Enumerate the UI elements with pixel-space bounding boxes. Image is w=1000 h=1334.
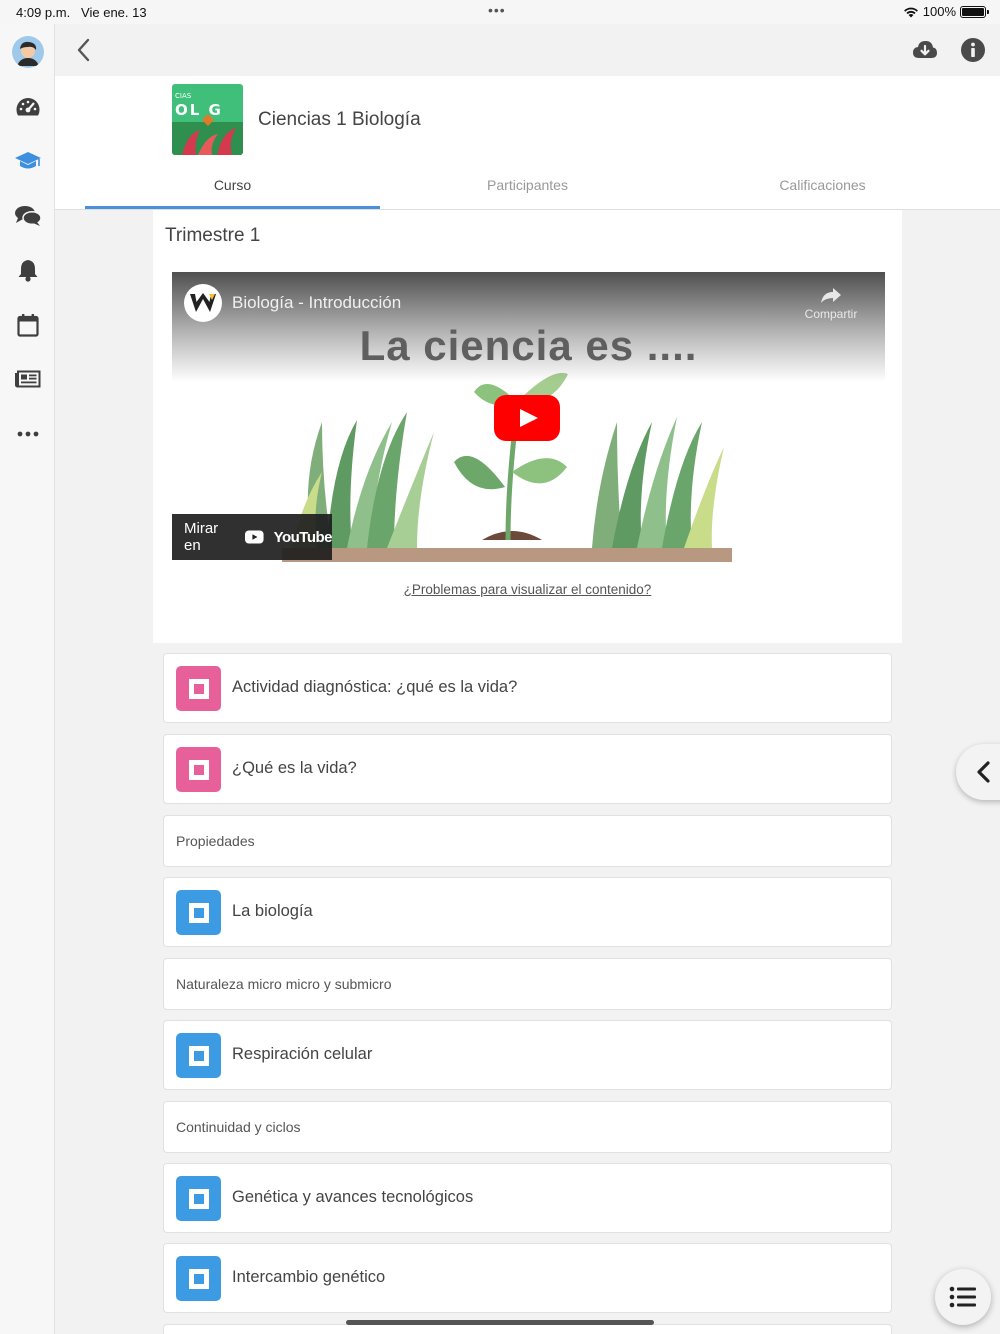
top-bar [55,24,1000,76]
status-right: 100% [903,4,989,19]
svg-text:OL G: OL G [175,101,223,119]
share-button[interactable]: Compartir [799,286,863,321]
battery-fill [962,7,984,16]
svg-text:CIAS: CIAS [175,92,192,100]
problem-link[interactable]: ¿Problemas para visualizar el contenido? [153,582,902,597]
info-icon[interactable] [960,37,986,63]
activity-icon [176,747,221,792]
list-item-partial [163,1324,892,1334]
sidebar-item-courses[interactable] [11,144,45,178]
activity-title: Actividad diagnóstica: ¿qué es la vida? [232,678,518,696]
wifi-icon [903,7,918,17]
calendar-icon [17,314,39,337]
sidebar [0,24,55,1334]
tab-indicator [85,206,380,209]
multitasking-dots[interactable]: ••• [488,2,506,18]
speedometer-icon [16,98,40,116]
tab-participantes[interactable]: Participantes [380,177,675,193]
activity-la-biologia[interactable]: La biología [163,877,892,947]
activity-icon [176,1256,221,1301]
channel-logo[interactable] [184,284,222,322]
user-avatar [12,36,44,68]
activity-icon [176,666,221,711]
channel-w-icon [190,293,216,312]
activity-icon [176,1176,221,1221]
label-text: Continuidad y ciclos [176,1119,301,1135]
section-title: Trimestre 1 [165,225,261,246]
battery-percent: 100% [922,4,956,19]
activity-respiracion-celular[interactable]: Respiración celular [163,1020,892,1090]
status-bar: 4:09 p.m. Vie ene. 13 ••• 100% [0,0,1000,24]
play-button[interactable] [494,395,560,441]
activity-icon [176,1033,221,1078]
status-time: 4:09 p.m. Vie ene. 13 [16,5,147,20]
battery-icon [960,5,989,18]
activity-title: La biología [232,902,313,920]
chat-bubbles-icon [15,206,42,226]
label-continuidad: Continuidad y ciclos [163,1101,892,1153]
sidebar-item-avatar[interactable] [11,35,45,69]
newspaper-icon [15,370,41,388]
ellipsis-icon [17,431,39,437]
watch-on-label: Mirar en [184,520,219,554]
activity-title: Intercambio genético [232,1268,386,1286]
activity-que-es-la-vida[interactable]: ¿Qué es la vida? [163,734,892,804]
chevron-left-icon[interactable] [71,36,99,64]
course-title: Ciencias 1 Biología [258,109,421,130]
activity-title: ¿Qué es la vida? [232,759,357,777]
course-index-button[interactable] [935,1269,991,1325]
video-embed[interactable]: Biología - Introducción Compartir La cie… [172,272,885,562]
bell-icon [18,260,38,282]
sidebar-item-more[interactable] [11,417,45,451]
video-title[interactable]: Biología - Introducción [232,293,401,313]
youtube-logo-icon [245,530,264,544]
video-overlay-text: La ciencia es .... [359,322,698,369]
chevron-left-icon [977,761,990,783]
course-thumbnail-image: CIAS OL G [172,84,243,155]
share-label: Compartir [804,307,858,321]
activity-genetica[interactable]: Genética y avances tecnológicos [163,1163,892,1233]
sidebar-item-news[interactable] [11,362,45,396]
activity-title: Respiración celular [232,1045,373,1063]
tab-calificaciones[interactable]: Calificaciones [675,177,970,193]
section-card: Trimestre 1 Biología - Introducción Comp… [153,210,902,643]
cloud-download-icon[interactable] [912,37,938,63]
tab-curso[interactable]: Curso [85,177,380,193]
activity-title: Genética y avances tecnológicos [232,1188,474,1206]
sidebar-item-messages[interactable] [11,199,45,233]
watch-on-youtube-button[interactable]: Mirar en YouTube [172,514,333,560]
label-propiedades: Propiedades [163,815,892,867]
course-header: CIAS OL G Ciencias 1 Biología Curso Part… [55,76,1000,210]
drawer-toggle-button[interactable] [956,744,1000,800]
label-naturaleza: Naturaleza micro micro y submicro [163,958,892,1010]
label-text: Naturaleza micro micro y submicro [176,976,392,992]
youtube-wordmark: YouTube [273,528,333,546]
activity-icon [176,890,221,935]
sidebar-item-calendar[interactable] [11,308,45,342]
sidebar-item-dashboard[interactable] [11,90,45,124]
activity-intercambio-genetico[interactable]: Intercambio genético [163,1243,892,1313]
share-arrow-icon [821,288,841,303]
course-thumbnail[interactable]: CIAS OL G [172,84,243,155]
app-root: 4:09 p.m. Vie ene. 13 ••• 100% CIAS OL G… [0,0,1000,1334]
sidebar-item-notifications[interactable] [11,253,45,287]
home-indicator[interactable] [346,1320,654,1325]
activity-actividad-diagnostica[interactable]: Actividad diagnóstica: ¿qué es la vida? [163,653,892,723]
list-icon [949,1286,976,1308]
graduation-cap-icon [15,152,41,169]
label-text: Propiedades [176,833,255,849]
